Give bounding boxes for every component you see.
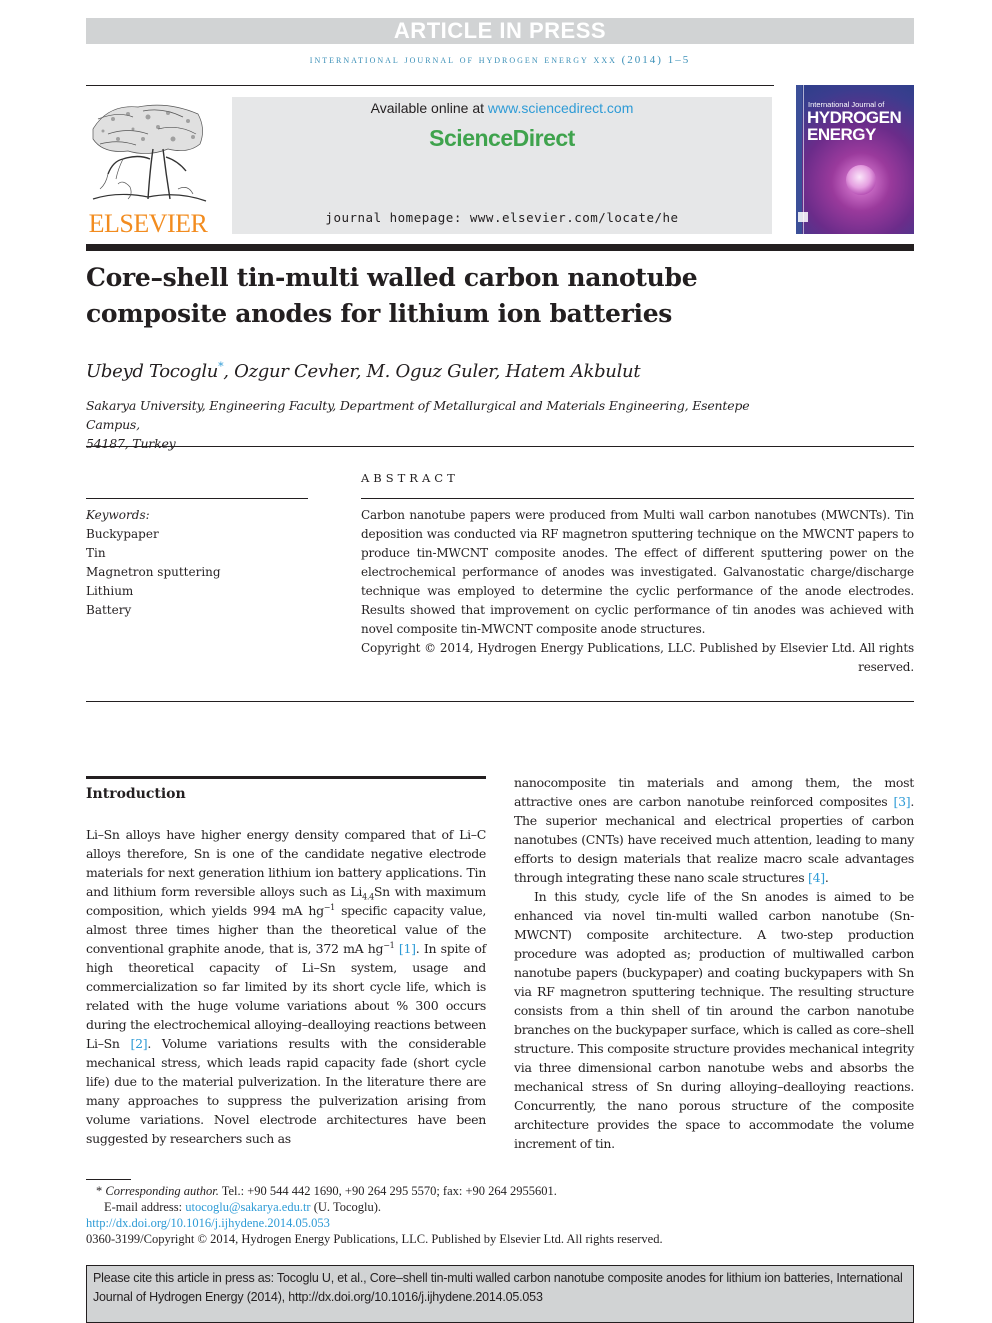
- available-online: Available online at www.sciencedirect.co…: [232, 100, 772, 116]
- footnote-phones: Tel.: +90 544 442 1690, +90 264 295 5570…: [218, 1184, 557, 1198]
- keywords-rule: [86, 498, 308, 499]
- email-footnote: E-mail address: utocoglu@sakarya.edu.tr …: [86, 1199, 916, 1215]
- keyword-item: Lithium: [86, 584, 134, 598]
- citation-link[interactable]: [4]: [808, 870, 825, 885]
- author-name[interactable]: M. Oguz Guler: [367, 361, 495, 382]
- cover-orb-graphic: [846, 165, 876, 195]
- author-name[interactable]: Hatem Akbulut: [505, 361, 640, 382]
- article-in-press-banner: ARTICLE IN PRESS: [86, 18, 914, 44]
- corresponding-author-marker[interactable]: *: [218, 360, 224, 373]
- introduction-heading: Introduction: [86, 786, 186, 802]
- text-run: . Volume variations results with the con…: [86, 1036, 486, 1146]
- title-line: composite anodes for lithium ion batteri…: [86, 299, 673, 328]
- journal-homepage[interactable]: journal homepage: www.elsevier.com/locat…: [232, 210, 772, 225]
- journal-cover-image[interactable]: International Journal of HYDROGEN ENERGY: [796, 85, 914, 234]
- cover-journal-title: HYDROGEN ENERGY: [807, 108, 902, 144]
- footnotes: * Corresponding author. Tel.: +90 544 44…: [86, 1183, 916, 1247]
- keyword-item: Magnetron sputtering: [86, 565, 221, 579]
- elsevier-wordmark: ELSEVIER: [88, 209, 208, 238]
- cover-title-line: HYDROGEN: [807, 108, 902, 127]
- issn-copyright: 0360-3199/Copyright © 2014, Hydrogen Ene…: [86, 1232, 663, 1246]
- abstract-heading: ABSTRACT: [361, 471, 459, 485]
- cover-title-line: ENERGY: [807, 125, 876, 144]
- body-paragraph: nanocomposite tin materials and among th…: [514, 773, 914, 887]
- doi-footnote: http://dx.doi.org/10.1016/j.ijhydene.201…: [86, 1215, 916, 1231]
- author-name[interactable]: Ozgur Cevher: [234, 361, 356, 382]
- superscript: −1: [323, 902, 336, 912]
- keywords-list: Keywords: Buckypaper Tin Magnetron sputt…: [86, 506, 306, 620]
- affiliation-line: 54187, Turkey: [86, 436, 176, 451]
- abstract-copyright: Copyright © 2014, Hydrogen Energy Public…: [361, 641, 914, 674]
- email-label: E-mail address:: [104, 1200, 186, 1214]
- author-name[interactable]: Ubeyd Tocoglu: [86, 361, 218, 382]
- introduction-rule: [86, 776, 486, 779]
- available-online-prefix: Available online at: [370, 100, 488, 116]
- body-paragraph: In this study, cycle life of the Sn anod…: [514, 889, 914, 1151]
- doi-link[interactable]: http://dx.doi.org/10.1016/j.ijhydene.201…: [86, 1216, 330, 1230]
- citation-link[interactable]: [2]: [131, 1036, 148, 1051]
- keywords-label: Keywords:: [86, 508, 150, 522]
- sciencedirect-logo[interactable]: ScienceDirect: [232, 125, 772, 152]
- sciencedirect-banner: Available online at www.sciencedirect.co…: [232, 97, 772, 234]
- abstract-rule: [361, 498, 914, 499]
- elsevier-tree-icon: [92, 104, 207, 202]
- body-paragraph: Li–Sn alloys have higher energy density …: [86, 825, 486, 1148]
- cite-this-article-box: Please cite this article in press as: To…: [86, 1265, 914, 1323]
- text-run: nanocomposite tin materials and among th…: [514, 775, 914, 809]
- title-line: Core–shell tin-multi walled carbon nanot…: [86, 263, 698, 292]
- banner-text: ARTICLE IN PRESS: [393, 18, 607, 43]
- footnote-label: Corresponding author.: [105, 1184, 219, 1198]
- keyword-item: Tin: [86, 546, 106, 560]
- superscript: −1: [383, 940, 395, 950]
- citation-link[interactable]: [1]: [399, 941, 416, 956]
- abstract-bottom-divider: [86, 701, 914, 702]
- journal-running-head: INTERNATIONAL JOURNAL OF HYDROGEN ENERGY…: [309, 54, 691, 66]
- article-title: Core–shell tin-multi walled carbon nanot…: [86, 260, 786, 332]
- corresponding-author-footnote: * Corresponding author. Tel.: +90 544 44…: [86, 1183, 916, 1199]
- keyword-item: Buckypaper: [86, 527, 159, 541]
- email-suffix: (U. Tocoglu).: [310, 1200, 382, 1214]
- header-divider: [86, 85, 774, 86]
- body-column-right: nanocomposite tin materials and among th…: [514, 773, 914, 1153]
- email-link[interactable]: utocoglu@sakarya.edu.tr: [185, 1200, 310, 1214]
- abstract-paragraph: Carbon nanotube papers were produced fro…: [361, 508, 914, 636]
- footnote-marker: *: [96, 1184, 103, 1198]
- footnote-rule: [86, 1179, 131, 1180]
- abstract-text: Carbon nanotube papers were produced fro…: [361, 506, 914, 677]
- sciencedirect-link[interactable]: www.sciencedirect.com: [488, 100, 634, 116]
- affiliation-line: Sakarya University, Engineering Faculty,…: [86, 398, 750, 432]
- keyword-item: Battery: [86, 603, 132, 617]
- subscript: 4.4: [362, 892, 374, 902]
- text-run: .: [824, 870, 829, 885]
- cover-publisher-badge-icon: [798, 212, 808, 222]
- elsevier-logo[interactable]: ELSEVIER: [86, 95, 210, 240]
- header-thick-divider: [86, 244, 914, 251]
- text-run: . In spite of high theoretical capacity …: [86, 941, 486, 1051]
- author-affiliation: Sakarya University, Engineering Faculty,…: [86, 396, 786, 453]
- body-column-left: Li–Sn alloys have higher energy density …: [86, 825, 486, 1148]
- citation-link[interactable]: [3]: [894, 794, 911, 809]
- author-list: Ubeyd Tocoglu*, Ozgur Cevher, M. Oguz Gu…: [86, 360, 641, 382]
- section-divider: [86, 446, 914, 447]
